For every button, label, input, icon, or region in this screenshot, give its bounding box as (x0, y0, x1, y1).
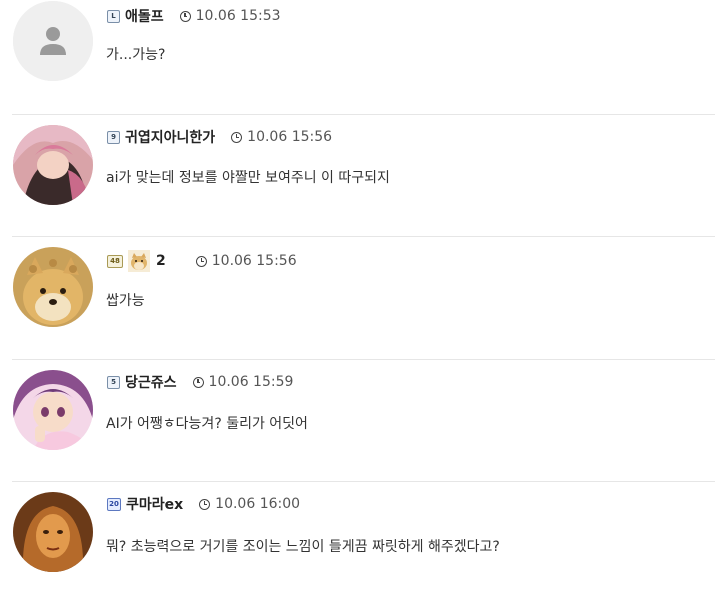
clock-icon (199, 498, 211, 510)
timestamp: 10.06 15:53 (179, 8, 281, 24)
timestamp-text: 10.06 16:00 (215, 496, 301, 512)
timestamp: 10.06 15:59 (192, 374, 294, 390)
comment-header: 5 당근쥬스 10.06 15:59 (107, 372, 293, 392)
level-badge: 20 (107, 497, 121, 511)
avatar[interactable] (13, 370, 93, 450)
comment-text: 쌉가능 (106, 293, 145, 309)
comment-text: AI가 어쨍ㅎ다능겨? 둘리가 어딧어 (106, 416, 308, 432)
clock-icon (179, 10, 191, 22)
nickname[interactable]: 애돌프 (125, 6, 164, 26)
timestamp: 10.06 15:56 (231, 129, 332, 145)
level-badge: L (107, 9, 120, 23)
timestamp-text: 10.06 15:53 (195, 8, 281, 24)
anime-girl-pink-hair-avatar (13, 125, 93, 205)
comment-text: 뭐? 초능력으로 거기를 조이는 느낌이 들게끔 짜릿하게 해주겠다고? (106, 539, 500, 555)
nickname[interactable]: 2 (156, 253, 166, 269)
comment-text: 가...가능? (106, 47, 166, 63)
timestamp-text: 10.06 15:56 (247, 129, 333, 145)
clock-icon (195, 255, 207, 267)
clock-icon (231, 131, 243, 143)
avatar[interactable] (13, 1, 93, 81)
default-user-avatar (13, 1, 93, 81)
nickname[interactable]: 당근쥬스 (125, 372, 177, 392)
level-badge: 9 (107, 130, 120, 144)
nickname[interactable]: 귀엽지아니한가 (125, 127, 215, 147)
comment-list: L 애돌프 10.06 15:53 가...가능? 9 귀엽지아니한가 10.0… (0, 0, 715, 589)
timestamp: 10.06 15:56 (195, 253, 297, 269)
anime-girl-purple-hair-avatar (13, 370, 93, 450)
comment-header: 48 2 10.06 15:56 (107, 250, 297, 272)
woman-gold-avatar (13, 492, 93, 572)
comment-item: 9 귀엽지아니한가 10.06 15:56 ai가 맞는데 정보를 야짤만 보여… (0, 114, 715, 237)
comment-item: 5 당근쥬스 10.06 15:59 AI가 어쨍ㅎ다능겨? 둘리가 어딧어 (0, 359, 715, 482)
comment-header: 9 귀엽지아니한가 10.06 15:56 (107, 127, 332, 147)
clock-icon (192, 376, 204, 388)
timestamp-text: 10.06 15:59 (208, 374, 294, 390)
comment-item: 48 2 10.06 15:56 쌉가능 (0, 236, 715, 360)
avatar[interactable] (13, 247, 93, 327)
level-badge: 48 (107, 254, 123, 268)
timestamp-text: 10.06 15:56 (211, 253, 297, 269)
timestamp: 10.06 16:00 (199, 496, 300, 512)
comment-header: 20 쿠마라ex 10.06 16:00 (107, 494, 300, 514)
doge-avatar (13, 247, 93, 327)
level-badge: 5 (107, 375, 120, 389)
nickname[interactable]: 쿠마라ex (126, 494, 183, 514)
doge-icon (128, 250, 150, 272)
comment-header: L 애돌프 10.06 15:53 (107, 6, 281, 26)
comment-text: ai가 맞는데 정보를 야짤만 보여주니 이 따구되지 (106, 170, 390, 186)
comment-item: L 애돌프 10.06 15:53 가...가능? (0, 0, 715, 122)
comment-item: 20 쿠마라ex 10.06 16:00 뭐? 초능력으로 거기를 조이는 느낌… (0, 481, 715, 603)
avatar[interactable] (13, 125, 93, 205)
avatar[interactable] (13, 492, 93, 572)
